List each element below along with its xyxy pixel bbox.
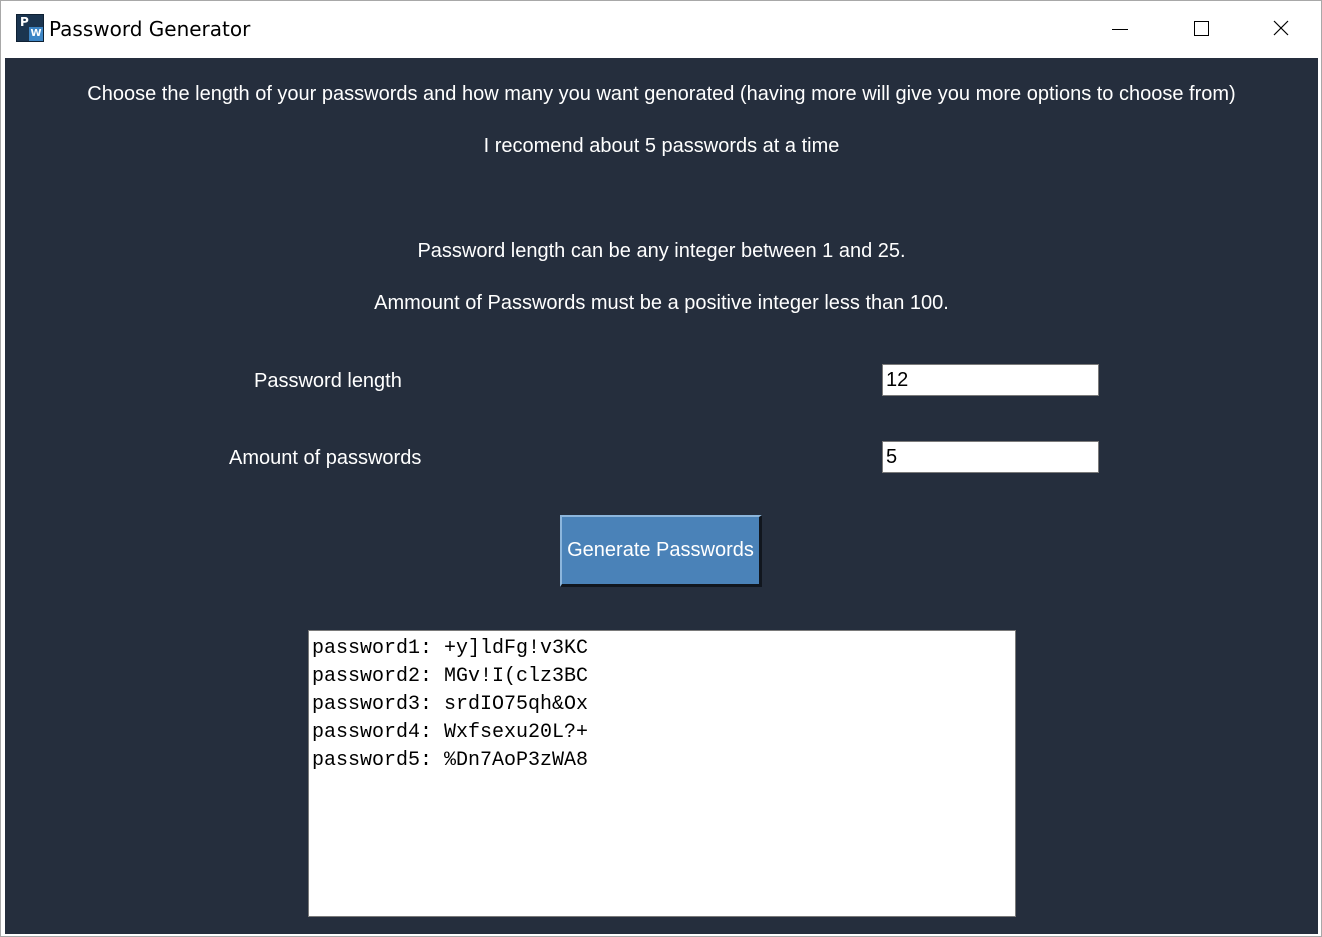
recommendation-text: I recomend about 5 passwords at a time xyxy=(483,135,840,157)
output-line: password1: +y]ldFg!v3KC xyxy=(312,637,589,660)
minimize-button[interactable] xyxy=(1080,1,1160,57)
maximize-button[interactable] xyxy=(1160,1,1240,57)
app-icon: P W xyxy=(16,14,44,42)
window-title: Password Generator xyxy=(49,17,251,41)
password-length-label: Password length xyxy=(254,370,402,392)
output-line: password3: srdIO75qh&Ox xyxy=(312,693,589,716)
output-line: password5: %Dn7AoP3zWA8 xyxy=(312,749,589,772)
app-icon-letter-p: P xyxy=(20,15,29,29)
instruction-text: Choose the length of your passwords and … xyxy=(87,83,1236,105)
app-window: P W Password Generator Choose the length… xyxy=(0,0,1322,937)
generate-passwords-button[interactable]: Generate Passwords xyxy=(560,515,762,587)
amount-of-passwords-input[interactable] xyxy=(882,441,1099,473)
main-panel: Choose the length of your passwords and … xyxy=(5,58,1318,934)
length-rule-text: Password length can be any integer betwe… xyxy=(417,240,906,262)
app-icon-letter-w: W xyxy=(29,27,43,41)
amount-rule-text: Ammount of Passwords must be a positive … xyxy=(374,292,949,314)
output-line: password2: MGv!I(clz3BC xyxy=(312,665,589,688)
amount-of-passwords-label: Amount of passwords xyxy=(229,447,422,469)
close-icon xyxy=(1273,20,1289,36)
title-bar[interactable]: P W Password Generator xyxy=(1,1,1321,57)
password-output-box[interactable]: password1: +y]ldFg!v3KC password2: MGv!I… xyxy=(308,630,1016,917)
maximize-icon xyxy=(1194,21,1209,36)
password-length-input[interactable] xyxy=(882,364,1099,396)
minimize-icon xyxy=(1112,29,1128,30)
output-line: password4: Wxfsexu20L?+ xyxy=(312,721,589,744)
close-button[interactable] xyxy=(1241,1,1321,57)
